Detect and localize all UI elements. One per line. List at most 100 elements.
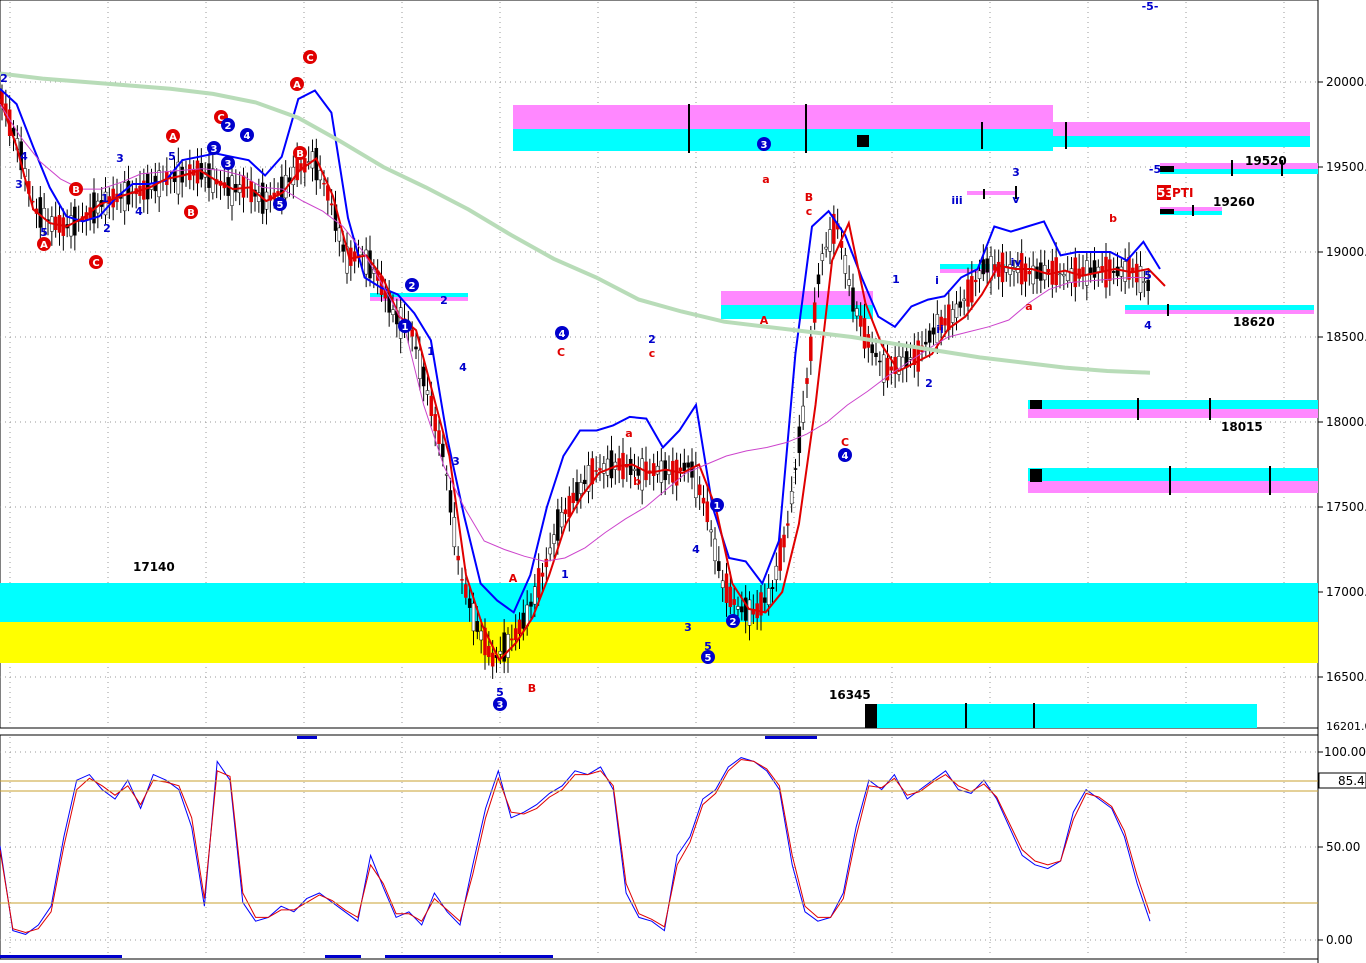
candle-body bbox=[598, 468, 602, 471]
signal-bar bbox=[765, 736, 817, 739]
wave-label: B bbox=[296, 149, 304, 160]
zone-small-magenta-2 bbox=[967, 191, 1017, 195]
chart-canvas: 20000. 19500. 19000. 18500. 18000. 17500… bbox=[0, 0, 1366, 963]
candle-body bbox=[617, 458, 621, 471]
candle-body bbox=[1092, 260, 1097, 278]
candle-body bbox=[414, 346, 418, 350]
candle-body bbox=[552, 534, 556, 544]
candle-body bbox=[628, 458, 633, 476]
wave-label: 5 bbox=[277, 200, 284, 211]
candle-body bbox=[471, 603, 476, 632]
price-axis: 20000. 19500. 19000. 18500. 18000. 17500… bbox=[1318, 75, 1366, 947]
candle-body bbox=[575, 482, 579, 501]
wave-label: ii bbox=[936, 323, 944, 336]
wave-label: 3 bbox=[116, 152, 124, 165]
candle-body bbox=[1119, 266, 1124, 277]
wave-label: b bbox=[1109, 212, 1117, 225]
candle-body bbox=[433, 414, 437, 432]
zone-16345-cyan bbox=[877, 704, 1257, 728]
candle-body bbox=[448, 490, 453, 513]
candle-body bbox=[341, 244, 345, 252]
zone-block bbox=[1030, 469, 1042, 482]
wave-label: A bbox=[169, 132, 177, 143]
candle-body bbox=[452, 517, 457, 548]
candle-body bbox=[805, 378, 809, 384]
candle-body bbox=[437, 430, 441, 445]
wave-label: 2 bbox=[0, 72, 8, 85]
wave-label: 2 bbox=[730, 617, 737, 628]
candle-body bbox=[701, 497, 706, 504]
wave-label: 3 bbox=[684, 621, 692, 634]
wave-label: 3 bbox=[15, 178, 23, 191]
candle-body bbox=[467, 598, 472, 608]
wave-label: C bbox=[841, 436, 849, 449]
wave-label: 3 bbox=[761, 140, 768, 151]
candle-body bbox=[778, 538, 782, 571]
candle-body bbox=[632, 468, 637, 471]
wave-label: 2 bbox=[103, 222, 111, 235]
candle-body bbox=[1088, 267, 1093, 274]
wave-label: iv bbox=[1011, 256, 1023, 269]
candle-body bbox=[797, 426, 802, 453]
candle-body bbox=[540, 572, 545, 577]
wave-label: 3 bbox=[497, 700, 504, 711]
candle-body bbox=[793, 468, 798, 470]
candle-body bbox=[314, 147, 319, 181]
wave-label: C bbox=[306, 53, 313, 64]
candle-body bbox=[697, 484, 702, 496]
candle-body bbox=[717, 561, 721, 572]
candle-body bbox=[789, 491, 794, 505]
wave-label: a bbox=[1025, 300, 1032, 313]
candle-body bbox=[536, 568, 541, 598]
candle-body bbox=[985, 258, 989, 273]
candle-body bbox=[732, 599, 736, 605]
candle-body bbox=[770, 587, 775, 589]
candle-body bbox=[1096, 266, 1101, 272]
stoch-axis-label: 0.00 bbox=[1326, 933, 1353, 947]
candle-body bbox=[241, 175, 246, 198]
candle-body bbox=[705, 501, 710, 523]
wave-label: i bbox=[935, 274, 939, 287]
wave-label: 5 bbox=[705, 653, 712, 664]
wave-label: a bbox=[625, 427, 632, 440]
candle-body bbox=[736, 606, 740, 610]
wave-label: 4 bbox=[135, 205, 143, 218]
candle-body bbox=[418, 349, 422, 379]
wave-label: 4 bbox=[559, 329, 566, 340]
candle-body bbox=[1046, 268, 1051, 273]
candle-body bbox=[322, 182, 326, 185]
wave-label: 2 bbox=[648, 333, 656, 346]
wave-label: b bbox=[633, 475, 641, 488]
candle-body bbox=[862, 318, 867, 349]
candle-body bbox=[211, 168, 215, 193]
wave-label: iii bbox=[951, 194, 962, 207]
candle-body bbox=[510, 638, 514, 641]
wave-label: c bbox=[649, 347, 656, 360]
price-label-18015: 18015 bbox=[1221, 420, 1263, 434]
wave-label: 1 bbox=[402, 322, 409, 333]
candle-body bbox=[889, 366, 894, 371]
candle-body bbox=[1111, 271, 1116, 273]
candle-body bbox=[977, 270, 982, 279]
zone-band-magenta-top bbox=[513, 105, 1053, 129]
zone-18015-magenta bbox=[1028, 409, 1318, 418]
candle-body bbox=[329, 203, 334, 206]
candle-body bbox=[364, 249, 368, 275]
candle-body bbox=[571, 492, 575, 504]
wave-label: 2 bbox=[409, 281, 416, 292]
candle-body bbox=[429, 395, 434, 416]
candle-body bbox=[609, 450, 614, 479]
candle-body bbox=[651, 463, 656, 476]
candle-body bbox=[782, 534, 786, 548]
signal-bar bbox=[325, 955, 361, 958]
candle-body bbox=[1058, 273, 1062, 276]
zone-18620-cyan bbox=[1125, 305, 1314, 310]
candle-body bbox=[740, 606, 744, 613]
candle-body bbox=[487, 645, 491, 658]
zone-band-cyan-top-right bbox=[1053, 136, 1310, 147]
candle-body bbox=[479, 630, 483, 641]
candle-body bbox=[475, 621, 480, 632]
candle-body bbox=[843, 255, 848, 274]
candle-body bbox=[728, 586, 733, 608]
candle-body bbox=[441, 443, 445, 458]
